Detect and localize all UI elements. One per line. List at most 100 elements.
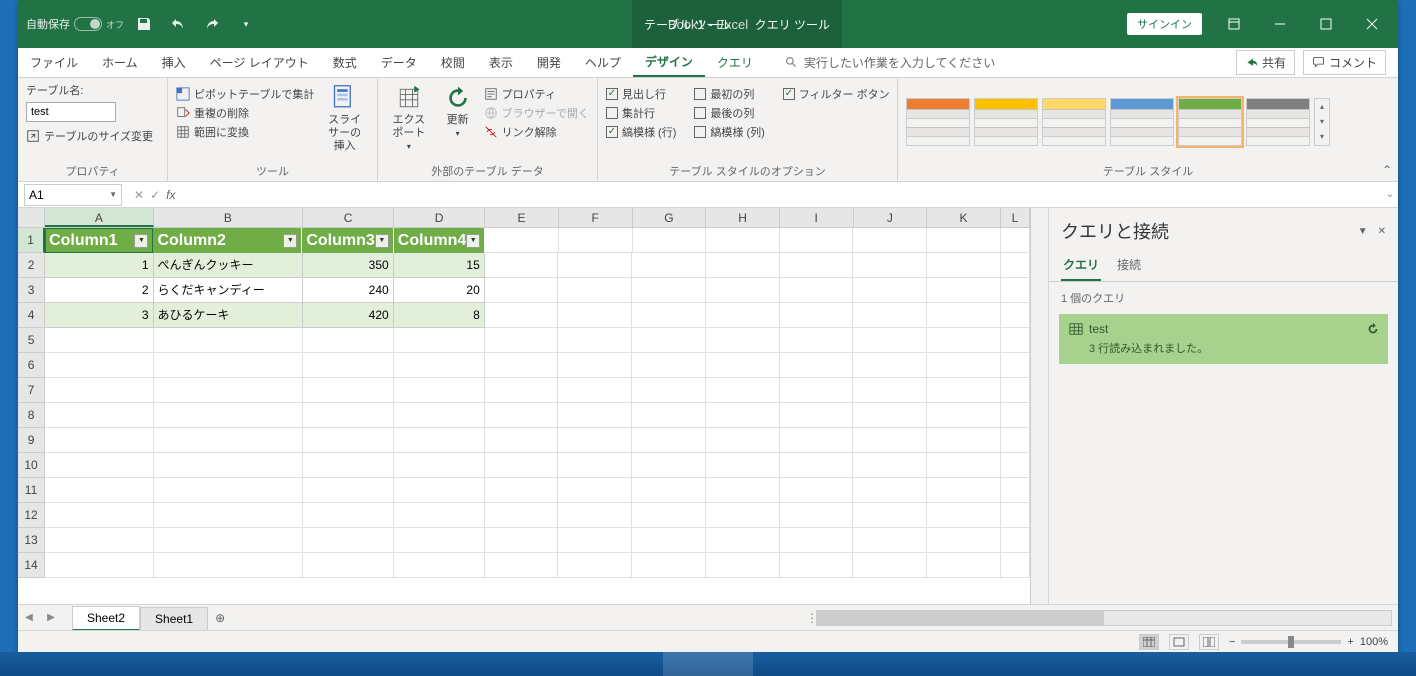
cell[interactable] [706,228,780,253]
cell[interactable] [706,528,780,553]
cancel-formula-icon[interactable]: ✕ [134,188,144,202]
cell[interactable] [1001,328,1030,353]
cell[interactable] [706,253,780,278]
cell[interactable] [45,553,153,578]
cell[interactable] [1001,453,1030,478]
cell[interactable] [632,253,706,278]
normal-view-icon[interactable] [1139,634,1159,650]
query-refresh-icon[interactable] [1366,322,1380,336]
undo-icon[interactable] [164,10,192,38]
cell[interactable] [632,528,706,553]
insert-slicer-button[interactable]: スライサーの 挿入 [320,82,369,156]
cell[interactable] [485,328,559,353]
row-header[interactable]: 8 [18,403,45,428]
cell[interactable] [394,478,485,503]
tab-developer[interactable]: 開発 [525,48,573,77]
zoom-out-button[interactable]: − [1229,636,1235,648]
cell[interactable] [303,503,394,528]
cell[interactable] [853,228,927,253]
cell[interactable] [45,428,153,453]
cell[interactable] [45,503,153,528]
cell[interactable] [927,528,1001,553]
pane-tab-connections[interactable]: 接続 [1115,250,1143,281]
row-header[interactable]: 11 [18,478,45,503]
cell[interactable] [1001,478,1030,503]
cell[interactable] [485,353,559,378]
cell[interactable] [303,403,394,428]
cell[interactable] [394,428,485,453]
cell[interactable] [154,453,303,478]
cell[interactable] [1001,253,1030,278]
cell[interactable] [632,428,706,453]
cell[interactable] [780,253,854,278]
cell[interactable] [632,353,706,378]
sheet-nav-next-icon[interactable]: ▶ [40,612,62,623]
cell[interactable] [780,228,854,253]
horizontal-scrollbar[interactable] [816,610,1392,626]
cell[interactable] [558,278,632,303]
cell[interactable] [632,278,706,303]
cell[interactable] [394,378,485,403]
remove-duplicates-button[interactable]: 重複の削除 [176,105,314,121]
cell[interactable] [558,453,632,478]
cell[interactable] [780,278,854,303]
tab-home[interactable]: ホーム [90,48,150,77]
cell[interactable] [927,553,1001,578]
cell[interactable] [1001,503,1030,528]
cell[interactable] [154,403,303,428]
cell[interactable] [485,278,559,303]
cell[interactable] [927,453,1001,478]
row-header[interactable]: 10 [18,453,45,478]
filter-dropdown-icon[interactable]: ▼ [375,234,389,248]
cell[interactable] [853,278,927,303]
cell[interactable] [154,353,303,378]
cell[interactable] [558,303,632,328]
column-header[interactable]: A [45,208,154,227]
refresh-button[interactable]: 更新 ▾ [438,82,478,141]
row-header[interactable]: 12 [18,503,45,528]
table-style-swatch[interactable] [1042,98,1106,146]
tab-query[interactable]: クエリ [705,48,765,77]
row-header[interactable]: 3 [18,278,45,303]
cell[interactable] [45,453,153,478]
vertical-scrollbar[interactable] [1030,208,1048,604]
tellme-search[interactable]: 実行したい作業を入力してください [785,48,995,77]
cell[interactable] [485,253,559,278]
cell[interactable] [1001,403,1030,428]
expand-formula-bar-icon[interactable]: ⌄ [1382,189,1398,200]
column-header[interactable]: K [927,208,1001,227]
cell[interactable] [927,428,1001,453]
cell[interactable] [632,378,706,403]
cell[interactable] [1001,278,1030,303]
zoom-level[interactable]: 100% [1360,636,1388,648]
cell[interactable] [706,353,780,378]
cell[interactable] [780,403,854,428]
cell[interactable] [558,253,632,278]
cell[interactable] [927,303,1001,328]
row-header[interactable]: 14 [18,553,45,578]
cell[interactable] [780,478,854,503]
tab-insert[interactable]: 挿入 [150,48,198,77]
filter-dropdown-icon[interactable]: ▼ [134,234,148,248]
cell[interactable]: 2 [45,278,153,303]
autosave-toggle[interactable]: 自動保存 オフ [26,16,124,32]
cell[interactable] [780,303,854,328]
cell[interactable]: 1 [45,253,153,278]
cell[interactable] [45,353,153,378]
cell[interactable] [394,403,485,428]
cell[interactable] [303,428,394,453]
cell[interactable] [1001,353,1030,378]
cell[interactable] [706,328,780,353]
cell[interactable]: Column4▼ [394,228,485,253]
table-style-swatch[interactable] [1178,98,1242,146]
header-row-checkbox[interactable]: 見出し行 [606,86,676,102]
cell[interactable] [1001,528,1030,553]
name-box[interactable]: A1 ▼ [24,184,122,206]
column-header[interactable]: F [559,208,633,227]
cell[interactable] [154,553,303,578]
row-header[interactable]: 2 [18,253,45,278]
cell[interactable] [485,378,559,403]
cell[interactable] [45,328,153,353]
convert-range-button[interactable]: 範囲に変換 [176,124,314,140]
column-header[interactable]: G [633,208,707,227]
